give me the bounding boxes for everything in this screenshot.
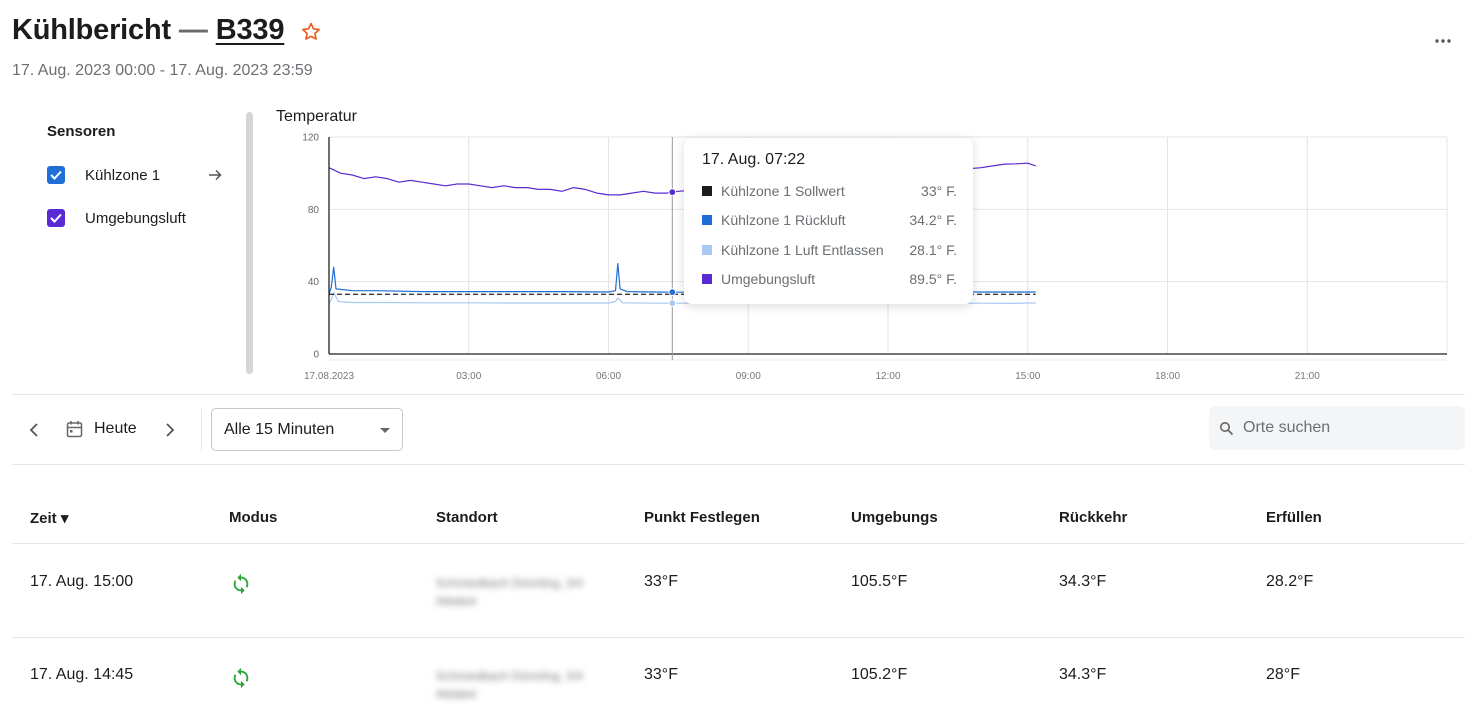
search-input[interactable] xyxy=(1243,413,1453,443)
legend-swatch xyxy=(702,245,712,255)
cell-time: 17. Aug. 14:45 xyxy=(30,666,134,683)
column-header-supply: Erfüllen xyxy=(1266,509,1322,526)
x-tick-label: 17.08.2023 xyxy=(304,371,354,382)
tooltip-row: Kühlzone 1 Luft Entlassen 28.1° F. xyxy=(702,240,957,260)
tooltip-value: 34.2° F. xyxy=(909,212,957,228)
toolbar-separator xyxy=(201,409,202,451)
tooltip-value: 33° F. xyxy=(921,183,957,199)
tooltip-row: Kühlzone 1 Sollwert 33° F. xyxy=(702,181,957,201)
marker-ambient xyxy=(668,188,677,197)
location-line: Ablabel xyxy=(436,687,477,701)
chevron-right-icon[interactable] xyxy=(159,419,181,441)
tooltip-row: Umgebungsluft 89.5° F. xyxy=(702,269,957,289)
table-row[interactable]: 17. Aug. 15:00 Schmiedbach Dünnling, 3/4… xyxy=(0,544,1472,637)
interval-select[interactable]: Alle 15 Minuten xyxy=(211,408,403,451)
cell-time: 17. Aug. 15:00 xyxy=(30,573,134,590)
y-tick-label: 0 xyxy=(313,350,319,361)
y-tick-label: 40 xyxy=(308,277,320,288)
location-search[interactable] xyxy=(1209,406,1465,450)
y-tick-label: 120 xyxy=(302,133,319,144)
tooltip-time: 17. Aug. 07:22 xyxy=(702,151,806,168)
chart-tooltip: 17. Aug. 07:22 Kühlzone 1 Sollwert 33° F… xyxy=(684,138,973,304)
cell-setpoint: 33°F xyxy=(644,573,678,590)
x-tick-label: 18:00 xyxy=(1155,371,1180,382)
marker-supply xyxy=(668,299,677,308)
column-header-setpoint: Punkt Festlegen xyxy=(644,509,760,526)
cell-supply: 28.2°F xyxy=(1266,573,1314,590)
tooltip-label: Kühlzone 1 Sollwert xyxy=(721,183,845,199)
x-tick-label: 15:00 xyxy=(1015,371,1040,382)
chevron-left-icon[interactable] xyxy=(23,419,45,441)
divider xyxy=(12,394,1465,395)
column-header-mode: Modus xyxy=(229,509,278,526)
location-line: Ablabel xyxy=(436,594,477,608)
cell-ambient: 105.2°F xyxy=(851,666,908,683)
tooltip-label: Umgebungsluft xyxy=(721,271,816,287)
calendar-icon[interactable] xyxy=(66,420,83,438)
sync-icon xyxy=(233,667,249,689)
x-tick-label: 06:00 xyxy=(596,371,621,382)
legend-swatch xyxy=(702,274,712,284)
x-tick-label: 21:00 xyxy=(1295,371,1320,382)
search-icon xyxy=(1220,422,1234,436)
x-tick-label: 03:00 xyxy=(456,371,481,382)
column-header-location: Standort xyxy=(436,509,498,526)
location-line: Schmiedbach Dünnling, 3/4 xyxy=(436,576,583,590)
tooltip-value: 28.1° F. xyxy=(909,242,957,258)
legend-swatch xyxy=(702,215,712,225)
cell-return: 34.3°F xyxy=(1059,666,1107,683)
column-header-ambient: Umgebungs xyxy=(851,509,938,526)
x-tick-label: 12:00 xyxy=(875,371,900,382)
tooltip-value: 89.5° F. xyxy=(909,271,957,287)
cell-location: Schmiedbach Dünnling, 3/4 Ablabel xyxy=(436,574,583,610)
cell-return: 34.3°F xyxy=(1059,573,1107,590)
x-tick-label: 09:00 xyxy=(736,371,761,382)
location-line: Schmiedbach Dünnling, 3/4 xyxy=(436,669,583,683)
legend-swatch xyxy=(702,186,712,196)
tooltip-label: Kühlzone 1 Rückluft xyxy=(721,212,846,228)
cell-supply: 28°F xyxy=(1266,666,1300,683)
marker-return xyxy=(668,288,677,297)
column-header-time[interactable]: Zeit ▾ xyxy=(30,509,68,527)
caret-down-icon xyxy=(380,428,390,433)
today-button[interactable]: Heute xyxy=(94,420,137,438)
tooltip-label: Kühlzone 1 Luft Entlassen xyxy=(721,242,884,258)
tooltip-row: Kühlzone 1 Rückluft 34.2° F. xyxy=(702,210,957,230)
column-header-return: Rückkehr xyxy=(1059,509,1128,526)
cell-location: Schmiedbach Dünnling, 3/4 Ablabel xyxy=(436,667,583,703)
y-tick-label: 80 xyxy=(308,205,320,216)
divider xyxy=(12,464,1465,465)
cell-setpoint: 33°F xyxy=(644,666,678,683)
table-row[interactable]: 17. Aug. 14:45 Schmiedbach Dünnling, 3/4… xyxy=(0,638,1472,723)
interval-value: Alle 15 Minuten xyxy=(224,421,335,438)
cell-ambient: 105.5°F xyxy=(851,573,908,590)
sync-icon xyxy=(233,573,249,595)
